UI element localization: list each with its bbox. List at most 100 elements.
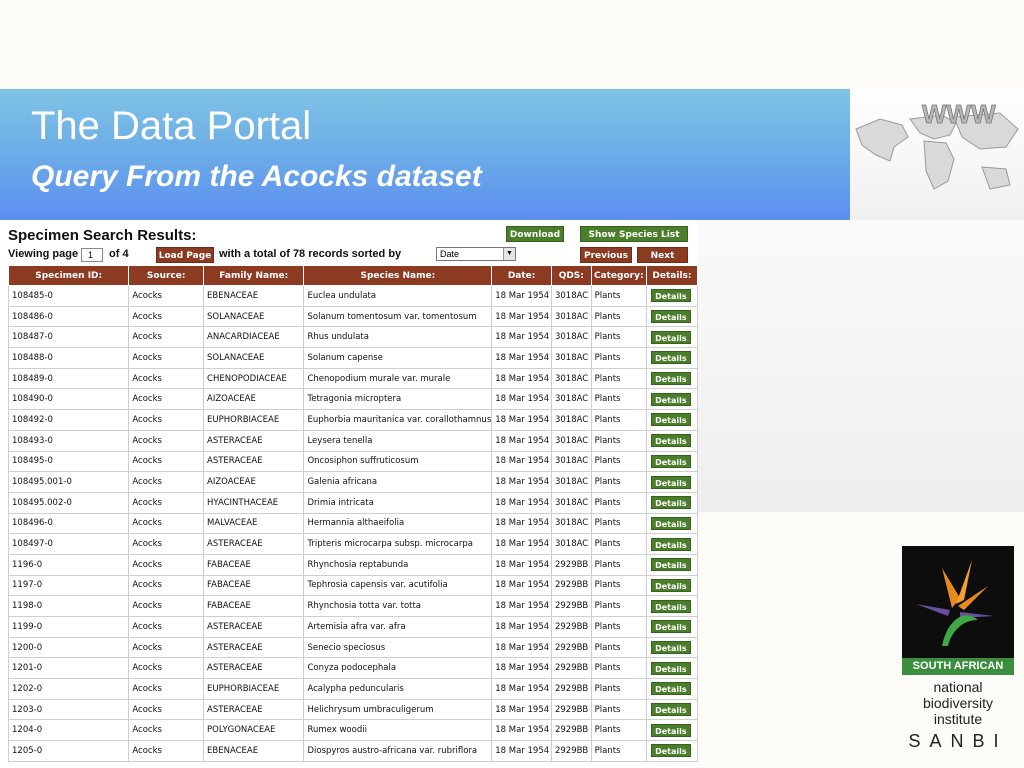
cell-details: Details bbox=[645, 533, 698, 555]
results-heading: Specimen Search Results: bbox=[8, 227, 197, 244]
cell-specimen-id: 1203-0 bbox=[7, 698, 130, 721]
cell-qds: 2929BB bbox=[550, 595, 592, 617]
details-button[interactable]: Details bbox=[650, 703, 691, 717]
cell-category: Plants bbox=[590, 409, 647, 431]
cell-family-name: POLYGONACEAE bbox=[203, 719, 305, 742]
cell-qds: 3018AC bbox=[550, 305, 592, 328]
cell-date: 18 Mar 1954 bbox=[491, 471, 552, 493]
cell-qds: 2929BB bbox=[550, 698, 592, 721]
table-row: 1203-0 Acocks ASTERACEAE Helichrysum umbrac… bbox=[7, 698, 698, 721]
details-button[interactable]: Details bbox=[650, 661, 691, 675]
cell-category: Plants bbox=[590, 533, 647, 555]
chevron-down-icon[interactable]: ▼ bbox=[503, 248, 515, 260]
details-button[interactable]: Details bbox=[650, 434, 691, 448]
cell-source: Acocks bbox=[128, 740, 205, 762]
load-page-button[interactable]: Load Page bbox=[156, 247, 214, 263]
table-row: 108485-0 Acocks EBENACEAE Euclea undulata 18… bbox=[7, 285, 698, 307]
header-qds[interactable]: QDS: bbox=[550, 265, 592, 286]
header-source[interactable]: Source: bbox=[128, 265, 205, 286]
cell-details: Details bbox=[645, 388, 698, 411]
cell-source: Acocks bbox=[128, 347, 205, 369]
details-button[interactable]: Details bbox=[650, 392, 691, 406]
details-button[interactable]: Details bbox=[650, 475, 691, 489]
details-button[interactable]: Details bbox=[650, 744, 691, 758]
cell-specimen-id: 108487-0 bbox=[7, 326, 130, 349]
cell-family-name: ANACARDIACEAE bbox=[203, 326, 305, 349]
download-button[interactable]: Download bbox=[506, 226, 564, 242]
page-number-input[interactable]: 1 bbox=[81, 248, 103, 262]
header-species-name[interactable]: Species Name: bbox=[303, 265, 493, 286]
details-button[interactable]: Details bbox=[650, 454, 691, 468]
cell-family-name: SOLANACEAE bbox=[203, 347, 305, 369]
header-date[interactable]: Date: bbox=[491, 265, 552, 286]
cell-specimen-id: 108493-0 bbox=[7, 429, 130, 452]
cell-category: Plants bbox=[590, 388, 647, 411]
details-button[interactable]: Details bbox=[650, 620, 691, 634]
sort-by-select[interactable]: Date ▼ bbox=[436, 247, 516, 261]
cell-category: Plants bbox=[590, 305, 647, 328]
table-row: 108488-0 Acocks SOLANACEAE Solanum capense 1… bbox=[7, 347, 698, 369]
header-category[interactable]: Category: bbox=[590, 265, 647, 286]
cell-specimen-id: 108488-0 bbox=[7, 347, 130, 369]
details-button[interactable]: Details bbox=[650, 599, 691, 613]
cell-specimen-id: 1197-0 bbox=[7, 574, 130, 597]
details-button[interactable]: Details bbox=[650, 558, 691, 572]
details-button[interactable]: Details bbox=[650, 496, 691, 510]
cell-family-name: ASTERACEAE bbox=[203, 450, 305, 473]
cell-qds: 3018AC bbox=[550, 347, 592, 369]
cell-source: Acocks bbox=[128, 491, 205, 514]
cell-date: 18 Mar 1954 bbox=[491, 636, 552, 659]
cell-specimen-id: 1198-0 bbox=[7, 595, 130, 617]
details-button[interactable]: Details bbox=[650, 289, 691, 303]
cell-details: Details bbox=[645, 305, 698, 328]
details-button[interactable]: Details bbox=[650, 413, 691, 427]
cell-details: Details bbox=[645, 740, 698, 762]
cell-qds: 2929BB bbox=[550, 740, 592, 762]
cell-qds: 2929BB bbox=[550, 657, 592, 680]
table-row: 1201-0 Acocks ASTERACEAE Conyza podocephala… bbox=[7, 657, 698, 680]
cell-source: Acocks bbox=[128, 388, 205, 411]
details-button[interactable]: Details bbox=[650, 578, 691, 592]
header-family-name[interactable]: Family Name: bbox=[203, 265, 305, 286]
cell-details: Details bbox=[645, 574, 698, 597]
side-panel bbox=[698, 220, 1024, 512]
cell-category: Plants bbox=[590, 616, 647, 638]
cell-source: Acocks bbox=[128, 471, 205, 493]
next-button[interactable]: Next bbox=[637, 247, 688, 263]
table-row: 108486-0 Acocks SOLANACEAE Solanum tomentos… bbox=[7, 305, 698, 328]
details-button[interactable]: Details bbox=[650, 641, 691, 655]
cell-family-name: MALVACEAE bbox=[203, 512, 305, 535]
show-species-list-button[interactable]: Show Species List bbox=[580, 226, 688, 242]
details-button[interactable]: Details bbox=[650, 682, 691, 696]
details-button[interactable]: Details bbox=[650, 310, 691, 324]
cell-family-name: CHENOPODIACEAE bbox=[203, 367, 305, 390]
cell-source: Acocks bbox=[128, 678, 205, 700]
cell-date: 18 Mar 1954 bbox=[491, 574, 552, 597]
table-row: 1202-0 Acocks EUPHORBIACEAE Acalypha pedunc… bbox=[7, 678, 698, 700]
header-specimen-id[interactable]: Specimen ID: bbox=[7, 265, 130, 286]
cell-family-name: EBENACEAE bbox=[203, 285, 305, 307]
details-button[interactable]: Details bbox=[650, 537, 691, 551]
details-button[interactable]: Details bbox=[650, 516, 691, 530]
details-button[interactable]: Details bbox=[650, 330, 691, 344]
cell-qds: 2929BB bbox=[550, 553, 592, 576]
cell-qds: 2929BB bbox=[550, 616, 592, 638]
cell-qds: 3018AC bbox=[550, 285, 592, 307]
cell-species-name: Oncosiphon suffruticosum bbox=[303, 450, 493, 473]
header-details: Details: bbox=[645, 265, 698, 286]
details-button[interactable]: Details bbox=[650, 351, 691, 365]
cell-specimen-id: 108495.002-0 bbox=[7, 491, 130, 514]
details-button[interactable]: Details bbox=[650, 372, 691, 386]
details-button[interactable]: Details bbox=[650, 723, 691, 737]
cell-source: Acocks bbox=[128, 305, 205, 328]
cell-category: Plants bbox=[590, 491, 647, 514]
cell-details: Details bbox=[645, 491, 698, 514]
cell-source: Acocks bbox=[128, 657, 205, 680]
cell-category: Plants bbox=[590, 471, 647, 493]
previous-button[interactable]: Previous bbox=[580, 247, 632, 263]
logo-acronym: SANBI bbox=[908, 731, 1008, 751]
cell-date: 18 Mar 1954 bbox=[491, 367, 552, 390]
cell-species-name: Rhynchosia reptabunda bbox=[303, 553, 493, 576]
cell-qds: 3018AC bbox=[550, 326, 592, 349]
cell-species-name: Solanum tomentosum var. tomentosum bbox=[303, 305, 493, 328]
